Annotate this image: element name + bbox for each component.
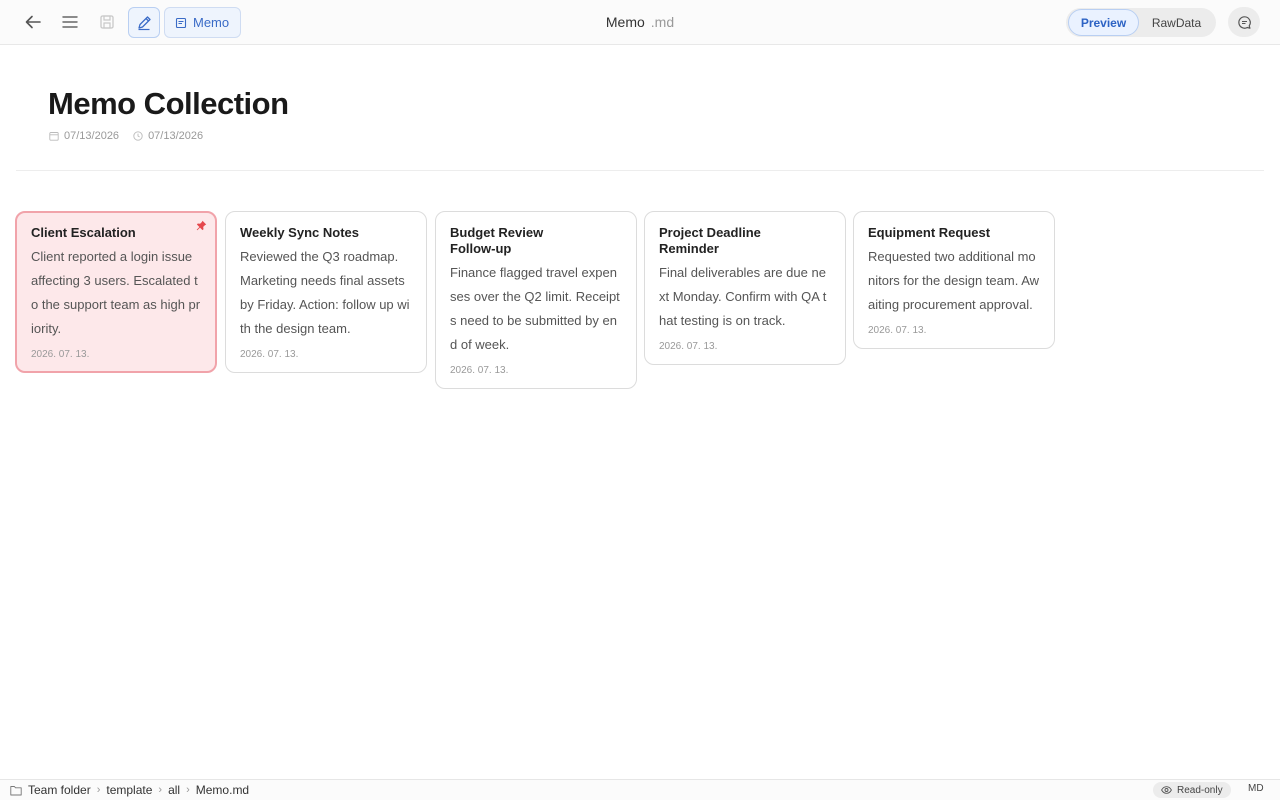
created-date-value: 07/13/2026 (64, 130, 120, 142)
chevron-right-icon: › (158, 784, 163, 796)
card-title: Equipment Request (868, 225, 991, 240)
card-body: Requested two additional monitors for th… (868, 249, 1040, 312)
eye-icon (1161, 786, 1172, 794)
document-name: Memo (605, 14, 645, 30)
modified-date: 07/13/2026 (133, 130, 203, 142)
readonly-badge[interactable]: Read-only (1153, 782, 1231, 798)
memo-card-client-escalation[interactable]: Client Escalation Client reported a logi… (15, 211, 217, 373)
arrow-left-icon (25, 15, 41, 29)
view-mode-toggle: Preview RawData (1066, 8, 1216, 37)
card-date: 2026. 07. 13. (659, 341, 718, 352)
rawdata-button[interactable]: RawData (1139, 9, 1214, 36)
created-date: 07/13/2026 (49, 130, 119, 142)
document-extension: .md (650, 14, 675, 30)
modified-date-value: 07/13/2026 (148, 130, 204, 142)
header-divider (16, 170, 1264, 171)
pencil-icon (138, 15, 151, 30)
menu-button[interactable] (55, 7, 85, 37)
edit-button[interactable] (128, 7, 160, 38)
card-body: Final deliverables are due next Monday. … (659, 265, 827, 328)
pin-icon[interactable] (196, 220, 207, 231)
save-button[interactable] (92, 7, 122, 37)
page-title: Memo Collection (48, 86, 289, 121)
readonly-label: Read-only (1177, 784, 1223, 796)
hamburger-icon (62, 16, 78, 28)
preview-button[interactable]: Preview (1068, 9, 1139, 36)
breadcrumb-item-team-folder[interactable]: Team folder (28, 783, 91, 797)
memo-card-budget-review[interactable]: Budget Review Follow-up Finance flagged … (435, 211, 637, 389)
memo-tab[interactable]: Memo (164, 7, 242, 38)
clock-icon (133, 131, 143, 141)
card-body: Reviewed the Q3 roadmap. Marketing needs… (240, 249, 410, 336)
folder-icon (10, 785, 22, 795)
back-button[interactable] (18, 7, 48, 37)
calendar-icon (49, 132, 59, 141)
card-title: Client Escalation (31, 225, 136, 240)
card-date: 2026. 07. 13. (450, 365, 509, 376)
save-icon (100, 15, 114, 29)
card-title: Project Deadline Reminder (659, 225, 761, 256)
chevron-right-icon: › (96, 784, 101, 796)
memo-card-project-deadline[interactable]: Project Deadline Reminder Final delivera… (644, 211, 846, 365)
card-date: 2026. 07. 13. (868, 325, 927, 336)
format-badge[interactable]: MD (1248, 783, 1264, 794)
card-body: Client reported a login issue affecting … (31, 249, 201, 336)
chevron-right-icon: › (186, 784, 190, 796)
card-title: Weekly Sync Notes (240, 225, 359, 240)
breadcrumb-item-template[interactable]: template (106, 783, 152, 797)
memo-icon (175, 17, 187, 28)
memo-card-weekly-sync[interactable]: Weekly Sync Notes Reviewed the Q3 roadma… (225, 211, 427, 373)
comment-icon (1237, 15, 1251, 29)
top-toolbar: Memo Memo .md Preview RawData (0, 0, 1280, 45)
memo-tab-label: Memo (193, 15, 230, 30)
comment-button[interactable] (1228, 7, 1260, 37)
breadcrumb-item-file[interactable]: Memo.md (196, 783, 249, 797)
breadcrumb-item-all[interactable]: all (168, 783, 180, 797)
card-date: 2026. 07. 13. (240, 349, 299, 360)
card-body: Finance flagged travel expenses over the… (450, 265, 620, 352)
breadcrumb: Team folder › template › all › Memo.md (0, 783, 249, 797)
card-date: 2026. 07. 13. (31, 349, 90, 360)
card-title: Budget Review Follow-up (450, 225, 544, 256)
status-bar: Team folder › template › all › Memo.md R… (0, 779, 1280, 800)
memo-card-equipment-request[interactable]: Equipment Request Requested two addition… (853, 211, 1055, 349)
page-meta: 07/13/2026 07/13/2026 (49, 130, 203, 142)
